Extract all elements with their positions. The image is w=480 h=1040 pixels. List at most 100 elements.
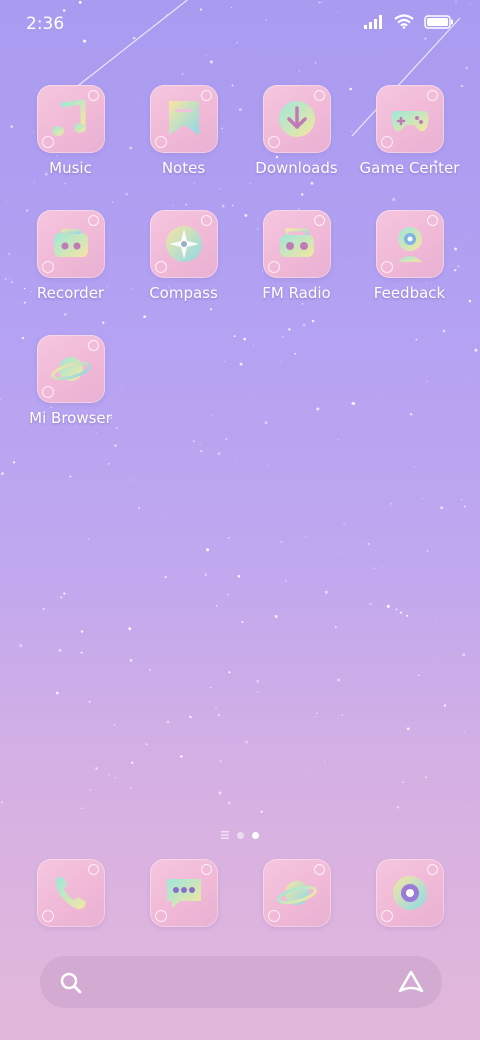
- star: [64, 182, 67, 185]
- star: [113, 724, 116, 726]
- star: [442, 329, 446, 333]
- star: [274, 615, 278, 618]
- star: [249, 182, 251, 184]
- phone-icon: [36, 859, 105, 927]
- star: [128, 627, 132, 631]
- star: [221, 204, 225, 208]
- star: [6, 200, 7, 202]
- star: [189, 715, 192, 719]
- star: [316, 712, 318, 714]
- app-recorder[interactable]: Recorder: [14, 210, 127, 302]
- star: [210, 308, 212, 311]
- star: [227, 537, 230, 539]
- star: [337, 678, 341, 682]
- star: [466, 233, 468, 235]
- compass-icon: [149, 210, 218, 278]
- star: [4, 277, 7, 281]
- star: [0, 398, 1, 401]
- star: [253, 772, 254, 774]
- app-compass[interactable]: Compass: [127, 210, 240, 302]
- star: [384, 337, 386, 339]
- dock-browser[interactable]: [240, 859, 353, 927]
- star: [324, 761, 326, 763]
- star: [367, 542, 370, 545]
- star: [440, 506, 444, 510]
- search-bar[interactable]: [40, 956, 442, 1008]
- star: [218, 791, 222, 795]
- star: [129, 659, 133, 662]
- app-notes[interactable]: Notes: [127, 85, 240, 177]
- star: [200, 450, 203, 453]
- dock-phone[interactable]: [14, 859, 127, 927]
- star: [381, 567, 383, 569]
- star: [282, 336, 284, 338]
- app-label: Notes: [161, 159, 206, 177]
- menu-lines-icon: [221, 831, 229, 839]
- star: [140, 818, 142, 820]
- star: [0, 801, 3, 804]
- star: [143, 315, 147, 319]
- star: [165, 516, 167, 518]
- app-mi-browser[interactable]: Mi Browser: [14, 335, 127, 427]
- dock-camera[interactable]: [353, 859, 466, 927]
- star: [181, 73, 184, 76]
- page-dot-active[interactable]: [252, 831, 259, 839]
- star: [231, 204, 234, 207]
- star: [243, 337, 247, 341]
- star: [474, 348, 478, 352]
- page-dot[interactable]: [237, 831, 244, 839]
- star: [256, 679, 260, 683]
- star: [205, 754, 207, 756]
- star: [205, 54, 207, 56]
- star: [114, 777, 117, 779]
- star: [164, 576, 167, 579]
- star: [69, 475, 72, 478]
- app-fm-radio[interactable]: FM Radio: [240, 210, 353, 302]
- star: [253, 345, 254, 347]
- app-music[interactable]: Music: [14, 85, 127, 177]
- star: [217, 714, 221, 717]
- star: [111, 201, 114, 203]
- star: [302, 323, 306, 327]
- star: [219, 759, 222, 763]
- star: [305, 536, 307, 538]
- star: [63, 313, 67, 316]
- app-game-center[interactable]: Game Center: [353, 85, 466, 177]
- star: [406, 727, 410, 731]
- app-label: Recorder: [36, 284, 105, 302]
- star: [314, 61, 317, 64]
- star: [19, 644, 23, 648]
- home-screen: 2:36 Music Notes Downloads Game Center R…: [0, 0, 480, 1040]
- star: [80, 630, 84, 633]
- wifi-icon: [394, 14, 414, 33]
- search-icon[interactable]: [60, 972, 82, 994]
- status-icons: [364, 14, 454, 33]
- star: [132, 479, 134, 481]
- app-feedback[interactable]: Feedback: [353, 210, 466, 302]
- star: [10, 281, 13, 284]
- star: [206, 548, 210, 552]
- app-downloads[interactable]: Downloads: [240, 85, 353, 177]
- star: [131, 761, 134, 764]
- star: [80, 807, 83, 810]
- star: [229, 339, 230, 341]
- dock-messaging[interactable]: [127, 859, 240, 927]
- star: [209, 686, 212, 689]
- star: [280, 541, 283, 543]
- star: [462, 653, 466, 657]
- star: [227, 593, 229, 596]
- star: [36, 722, 38, 723]
- star: [212, 450, 214, 451]
- star: [337, 439, 339, 441]
- star: [460, 421, 461, 423]
- star: [455, 619, 457, 621]
- star: [59, 595, 63, 599]
- assistant-icon[interactable]: [398, 970, 424, 994]
- star: [95, 767, 98, 770]
- star: [392, 198, 396, 202]
- star: [351, 401, 356, 405]
- page-indicator[interactable]: [0, 828, 480, 842]
- star: [244, 740, 249, 744]
- star: [241, 620, 244, 624]
- star: [294, 352, 297, 355]
